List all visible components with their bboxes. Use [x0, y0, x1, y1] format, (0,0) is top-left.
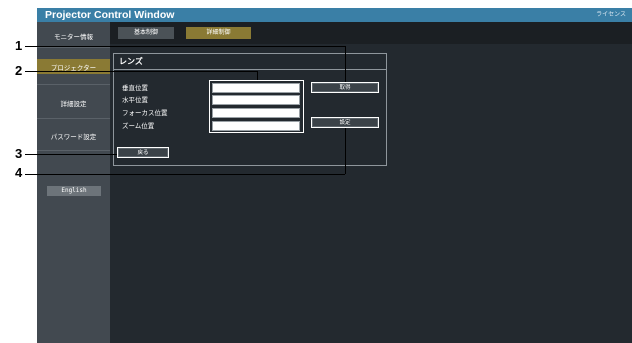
zoom-position-field[interactable]: [212, 121, 300, 131]
callout-number: 1: [15, 38, 23, 53]
leader-line-2: [257, 71, 258, 80]
leader-line-4: [345, 128, 346, 174]
lens-title: レンズ: [119, 57, 143, 66]
sidebar-divider: [37, 47, 110, 48]
vertical-position-label: 垂直位置: [122, 84, 148, 92]
leader-line-1: [345, 46, 346, 82]
callout-number: 4: [15, 165, 23, 180]
app-title: Projector Control Window: [45, 9, 175, 21]
sidebar-item-detailed-settings[interactable]: 詳細設定: [37, 98, 110, 108]
horizontal-position-field[interactable]: [212, 95, 300, 105]
license-link[interactable]: ライセンス: [596, 8, 626, 22]
sidebar-divider: [37, 150, 110, 151]
back-button[interactable]: 戻る: [117, 147, 169, 158]
leader-line-3: [25, 154, 117, 155]
zoom-position-label: ズーム位置: [122, 122, 155, 130]
english-button[interactable]: English: [47, 186, 101, 196]
leader-line-2: [25, 71, 257, 72]
focus-position-label: フォーカス位置: [122, 109, 168, 117]
callout-number: 2: [15, 63, 23, 78]
vertical-position-field[interactable]: [212, 83, 300, 93]
sidebar-divider: [37, 84, 110, 85]
focus-position-field[interactable]: [212, 108, 300, 118]
sidebar-item-password-settings[interactable]: パスワード設定: [37, 131, 110, 141]
horizontal-position-label: 水平位置: [122, 96, 148, 104]
leader-line-1: [25, 46, 345, 47]
callout-number: 3: [15, 146, 23, 161]
leader-line-4: [25, 174, 345, 175]
get-button[interactable]: 取得: [311, 82, 379, 93]
sidebar-item-monitor-info[interactable]: モニター情報: [37, 31, 110, 41]
sidebar-divider: [37, 118, 110, 119]
tab-detail-control[interactable]: 詳細制御: [186, 27, 251, 39]
set-button[interactable]: 設定: [311, 117, 379, 128]
tab-basic-control[interactable]: 基本制御: [118, 27, 174, 39]
